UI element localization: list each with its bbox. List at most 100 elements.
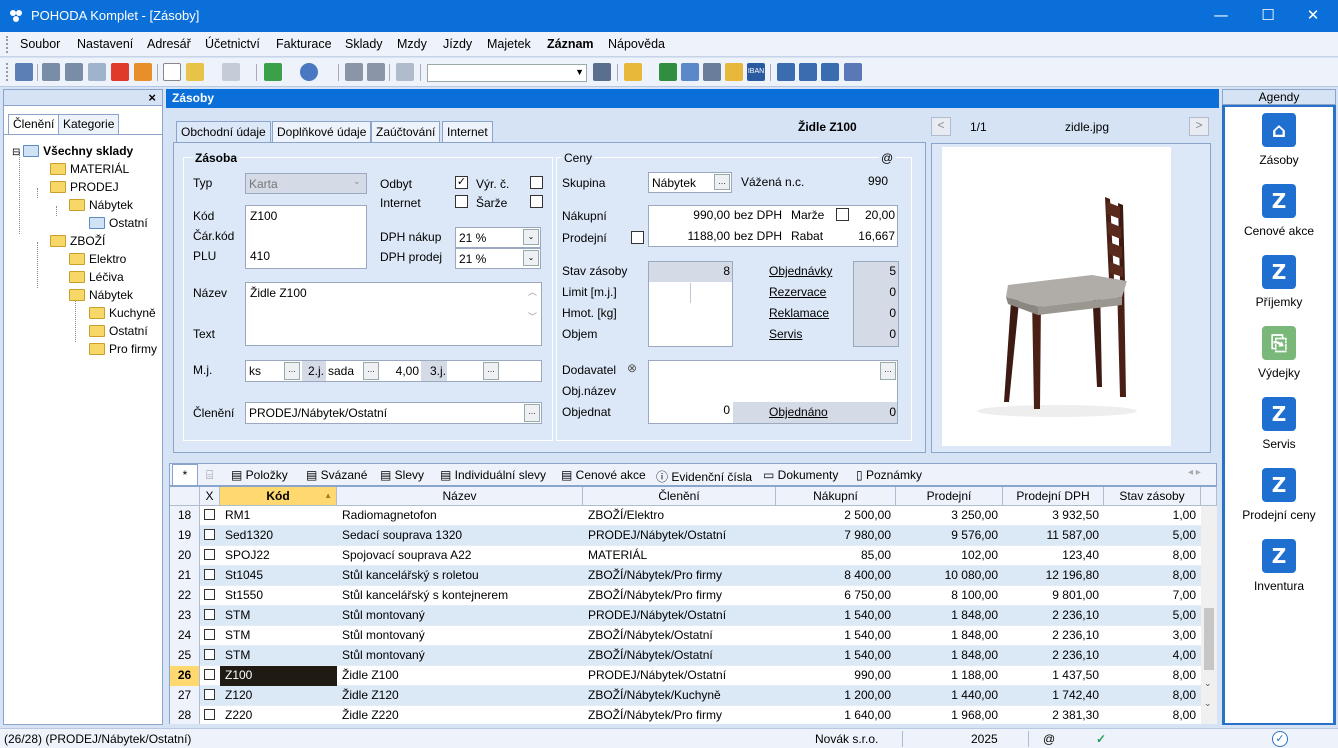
column-header-prodejni-dph[interactable]: Prodejní DPH <box>1003 487 1104 506</box>
menu-napoveda[interactable]: Nápověda <box>608 37 665 51</box>
column-header-kod[interactable]: Kód ▲ <box>220 487 337 506</box>
new-record-icon[interactable] <box>163 63 181 81</box>
mj-input[interactable]: ks <box>249 364 261 378</box>
table-row[interactable]: 21 St1045 Stůl kancelářský s roletou ZBOŽÍ/… <box>170 566 1201 586</box>
menu-adresar[interactable]: Adresář <box>147 37 191 51</box>
objednano-link[interactable]: Objednáno <box>769 405 828 419</box>
menu-nastaveni[interactable]: Nastavení <box>77 37 133 51</box>
pdf-icon[interactable] <box>111 63 129 81</box>
tab-svazane[interactable]: ▤ Svázané <box>306 464 367 485</box>
cleneni-select[interactable]: PRODEJ/Nábytek/Ostatní <box>245 402 542 424</box>
tab-internet[interactable]: Internet <box>442 121 493 142</box>
image-prev-button[interactable]: < <box>931 117 951 136</box>
collapse-icon[interactable]: ⊟ <box>12 147 23 158</box>
close-button[interactable]: ✕ <box>1290 0 1336 32</box>
tree-node[interactable]: Kuchyně <box>89 306 156 323</box>
internet-checkbox[interactable] <box>455 195 468 208</box>
servis-link[interactable]: Servis <box>769 327 802 341</box>
tree-node[interactable]: Elektro <box>69 252 126 269</box>
mj2-input[interactable]: sada <box>328 364 354 378</box>
print-icon[interactable] <box>42 63 60 81</box>
tab-new[interactable]: * <box>172 464 198 485</box>
row-checkbox[interactable] <box>200 686 220 706</box>
row-select-checkbox[interactable] <box>204 669 215 680</box>
tab-poznamky[interactable]: ▯ Poznámky <box>856 464 922 485</box>
row-checkbox[interactable] <box>200 566 220 586</box>
menu-mzdy[interactable]: Mzdy <box>397 37 427 51</box>
menu-ucetnictvi[interactable]: Účetnictví <box>205 37 260 51</box>
agenda-panel-icon[interactable] <box>15 63 33 81</box>
row-checkbox[interactable] <box>200 666 220 686</box>
grid-icon[interactable] <box>222 63 240 81</box>
window-list-icon[interactable] <box>821 63 839 81</box>
row-checkbox[interactable] <box>200 586 220 606</box>
tab-scroll-arrows-icon[interactable]: ◂ ▸ <box>1188 464 1201 485</box>
tree-node[interactable]: Nábytek <box>69 198 133 215</box>
scroll-down-icon[interactable]: ⌄ <box>1204 678 1212 689</box>
row-select-checkbox[interactable] <box>204 569 215 580</box>
row-checkbox[interactable] <box>200 646 220 666</box>
table-row[interactable]: 26 Z100 Židle Z100 PRODEJ/Nábytek/Ostatní 99… <box>170 666 1201 686</box>
row-checkbox[interactable] <box>200 706 220 724</box>
row-checkbox[interactable] <box>200 546 220 566</box>
rezervace-link[interactable]: Rezervace <box>769 285 826 299</box>
tab-cenove-akce[interactable]: ▤ Cenové akce <box>561 464 646 485</box>
quick-filter-combo[interactable]: ▼ <box>427 64 587 82</box>
window-icon[interactable] <box>777 63 795 81</box>
table-row[interactable]: 25 STM Stůl montovaný ZBOŽÍ/Nábytek/Ostatní… <box>170 646 1201 666</box>
table-row[interactable]: 19 Sed1320 Sedací souprava 1320 PRODEJ/Náby… <box>170 526 1201 546</box>
minimize-button[interactable]: — <box>1198 0 1244 32</box>
sarze-checkbox[interactable] <box>530 195 543 208</box>
agenda-item[interactable]: Z Příjemky <box>1225 255 1333 315</box>
scroll-up-icon[interactable]: ︿ <box>528 285 537 298</box>
chevron-down-icon[interactable]: ⌄ <box>523 250 539 266</box>
scroll-down-icon[interactable]: ﹀ <box>528 310 537 323</box>
agenda-item[interactable]: ⌂ Zásoby <box>1225 113 1333 173</box>
close-pane-icon[interactable]: × <box>148 90 156 105</box>
column-header-nakupni[interactable]: Nákupní <box>776 487 896 506</box>
tab-obchodni-udaje[interactable]: Obchodní údaje <box>176 121 271 143</box>
image-next-button[interactable]: > <box>1189 117 1209 136</box>
mj2-picker-icon[interactable]: … <box>363 362 379 380</box>
maximize-button[interactable]: ☐ <box>1245 0 1291 32</box>
vyr-c-checkbox[interactable] <box>530 176 543 189</box>
iban-icon[interactable]: IBAN <box>747 63 765 81</box>
column-header-prodejni[interactable]: Prodejní <box>896 487 1003 506</box>
tree-node[interactable]: Ostatní <box>89 324 148 341</box>
menu-soubor[interactable]: Soubor <box>20 37 60 51</box>
tab-polozky[interactable]: ▤ Položky <box>231 464 288 485</box>
objednavky-link[interactable]: Objednávky <box>769 264 832 278</box>
pdf-send-icon[interactable] <box>134 63 152 81</box>
agenda-item[interactable]: ⎘ Výdejky <box>1225 326 1333 386</box>
tree-node[interactable]: ZBOŽÍ <box>50 234 105 251</box>
table-row[interactable]: 28 Z220 Židle Z220 ZBOŽÍ/Nábytek/Pro firmy 1… <box>170 706 1201 724</box>
prodejni-input[interactable]: 1188,00 <box>652 229 731 243</box>
row-select-checkbox[interactable] <box>204 509 215 520</box>
prodejni-checkbox[interactable] <box>631 231 644 244</box>
menu-sklady[interactable]: Sklady <box>345 37 383 51</box>
clear-icon[interactable] <box>186 63 204 81</box>
vertical-scrollbar[interactable]: ⌄ ⌄ <box>1201 506 1217 724</box>
tab-doplnkove-udaje[interactable]: Doplňkové údaje <box>272 121 372 142</box>
filter-icon[interactable]: ⌸ <box>206 464 213 485</box>
tab-dokumenty[interactable]: ▭ Dokumenty <box>763 464 838 485</box>
menu-jizdy[interactable]: Jízdy <box>443 37 472 51</box>
menu-majetek[interactable]: Majetek <box>487 37 531 51</box>
column-header-nazev[interactable]: Název <box>337 487 583 506</box>
row-checkbox[interactable] <box>200 626 220 646</box>
row-select-checkbox[interactable] <box>204 529 215 540</box>
skupina-picker-icon[interactable]: … <box>714 174 730 190</box>
folder-icon[interactable] <box>624 63 642 81</box>
tree-node[interactable]: Pro firmy <box>89 342 157 359</box>
tab-kategorie[interactable]: Kategorie <box>58 114 120 134</box>
bank-icon[interactable] <box>681 63 699 81</box>
duplicate-icon[interactable] <box>396 63 414 81</box>
nakupni-input[interactable]: 990,00 <box>652 208 730 222</box>
status-ok-icon[interactable]: ✓ <box>1272 731 1288 747</box>
tree-node[interactable]: PRODEJ <box>50 180 119 197</box>
back-arrow-icon[interactable] <box>264 63 282 81</box>
row-select-checkbox[interactable] <box>204 629 215 640</box>
filter-icon[interactable] <box>593 63 611 81</box>
row-select-checkbox[interactable] <box>204 589 215 600</box>
odbyt-checkbox[interactable]: ✓ <box>455 176 468 189</box>
